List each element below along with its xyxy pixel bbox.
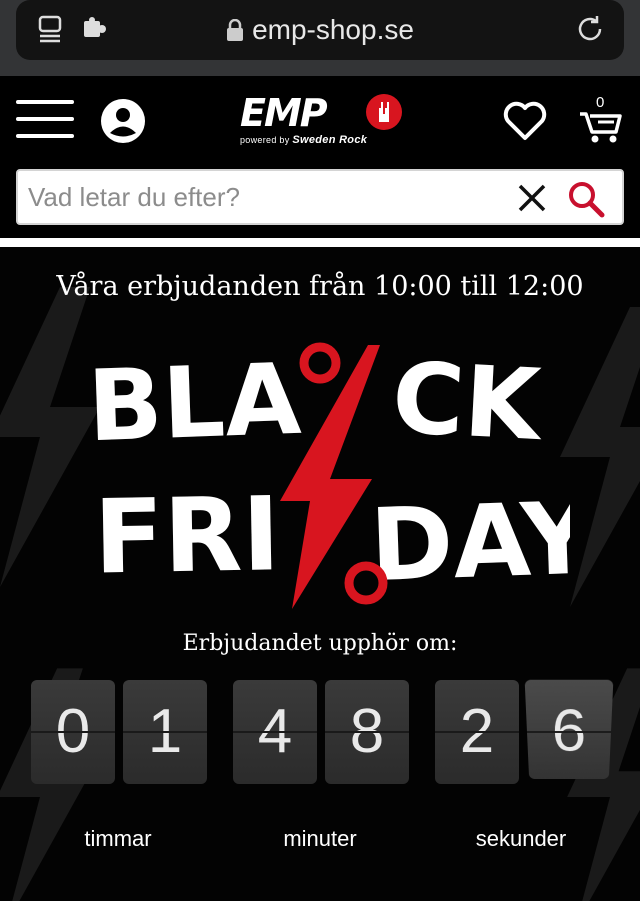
site-header: EMP powered by Sweden Rock 0 bbox=[0, 76, 640, 238]
countdown-digit: 0 bbox=[55, 697, 91, 766]
countdown-seconds-tens: 2 bbox=[435, 680, 519, 784]
url-text: emp-shop.se bbox=[252, 14, 414, 45]
campaign-word-bla: BLA bbox=[86, 343, 303, 464]
emp-logo[interactable]: EMP powered by Sweden Rock bbox=[240, 94, 402, 148]
lock-icon bbox=[226, 16, 244, 48]
campaign-word-day: DAY bbox=[368, 479, 570, 604]
address-bar[interactable]: emp-shop.se bbox=[16, 0, 624, 60]
countdown-hours-tens: 0 bbox=[31, 680, 115, 784]
url-display[interactable]: emp-shop.se bbox=[16, 14, 624, 48]
countdown-digit: 2 bbox=[459, 697, 495, 766]
cart-button[interactable]: 0 bbox=[578, 94, 624, 144]
countdown-digit: 1 bbox=[147, 697, 183, 766]
cart-icon bbox=[578, 112, 624, 148]
logo-tagline-brand: Sweden Rock bbox=[292, 134, 368, 146]
countdown-minutes-tens: 4 bbox=[233, 680, 317, 784]
black-friday-hero: Våra erbjudanden från 10:00 till 12:00 B… bbox=[0, 247, 640, 901]
countdown-digit: 4 bbox=[257, 697, 293, 766]
account-icon[interactable] bbox=[100, 98, 146, 144]
logo-tagline: powered by Sweden Rock bbox=[240, 134, 400, 146]
countdown-unit-seconds: sekunder bbox=[475, 826, 567, 851]
campaign-word-fri: FRI bbox=[93, 475, 281, 597]
campaign-word-ck: CK bbox=[389, 342, 546, 464]
close-icon[interactable] bbox=[516, 182, 548, 214]
countdown-seconds-ones: 6 bbox=[524, 679, 614, 779]
countdown-unit-hours: timmar bbox=[84, 826, 152, 851]
countdown-digit: 8 bbox=[349, 697, 385, 766]
reload-icon[interactable] bbox=[574, 13, 606, 50]
search-box bbox=[16, 169, 624, 225]
search-input[interactable] bbox=[28, 179, 498, 215]
logo-tagline-prefix: powered by bbox=[240, 135, 290, 145]
black-friday-logo: BLA CK FRI DAY bbox=[86, 342, 570, 609]
countdown-minutes-ones: 8 bbox=[325, 680, 409, 784]
browser-toolbar: emp-shop.se bbox=[0, 0, 640, 76]
countdown-label: Erbjudandet upphör om: bbox=[182, 631, 458, 656]
menu-icon[interactable] bbox=[16, 100, 74, 140]
rock-hand-icon bbox=[366, 94, 402, 130]
countdown-unit-minutes: minuter bbox=[283, 826, 357, 851]
offer-hours-text: Våra erbjudanden från 10:00 till 12:00 bbox=[56, 271, 584, 302]
cart-count: 0 bbox=[596, 94, 605, 111]
heart-icon[interactable] bbox=[502, 98, 548, 144]
search-icon[interactable] bbox=[566, 179, 606, 219]
countdown-digit: 6 bbox=[551, 697, 587, 764]
countdown-hours-ones: 1 bbox=[123, 680, 207, 784]
header-divider bbox=[0, 238, 640, 247]
